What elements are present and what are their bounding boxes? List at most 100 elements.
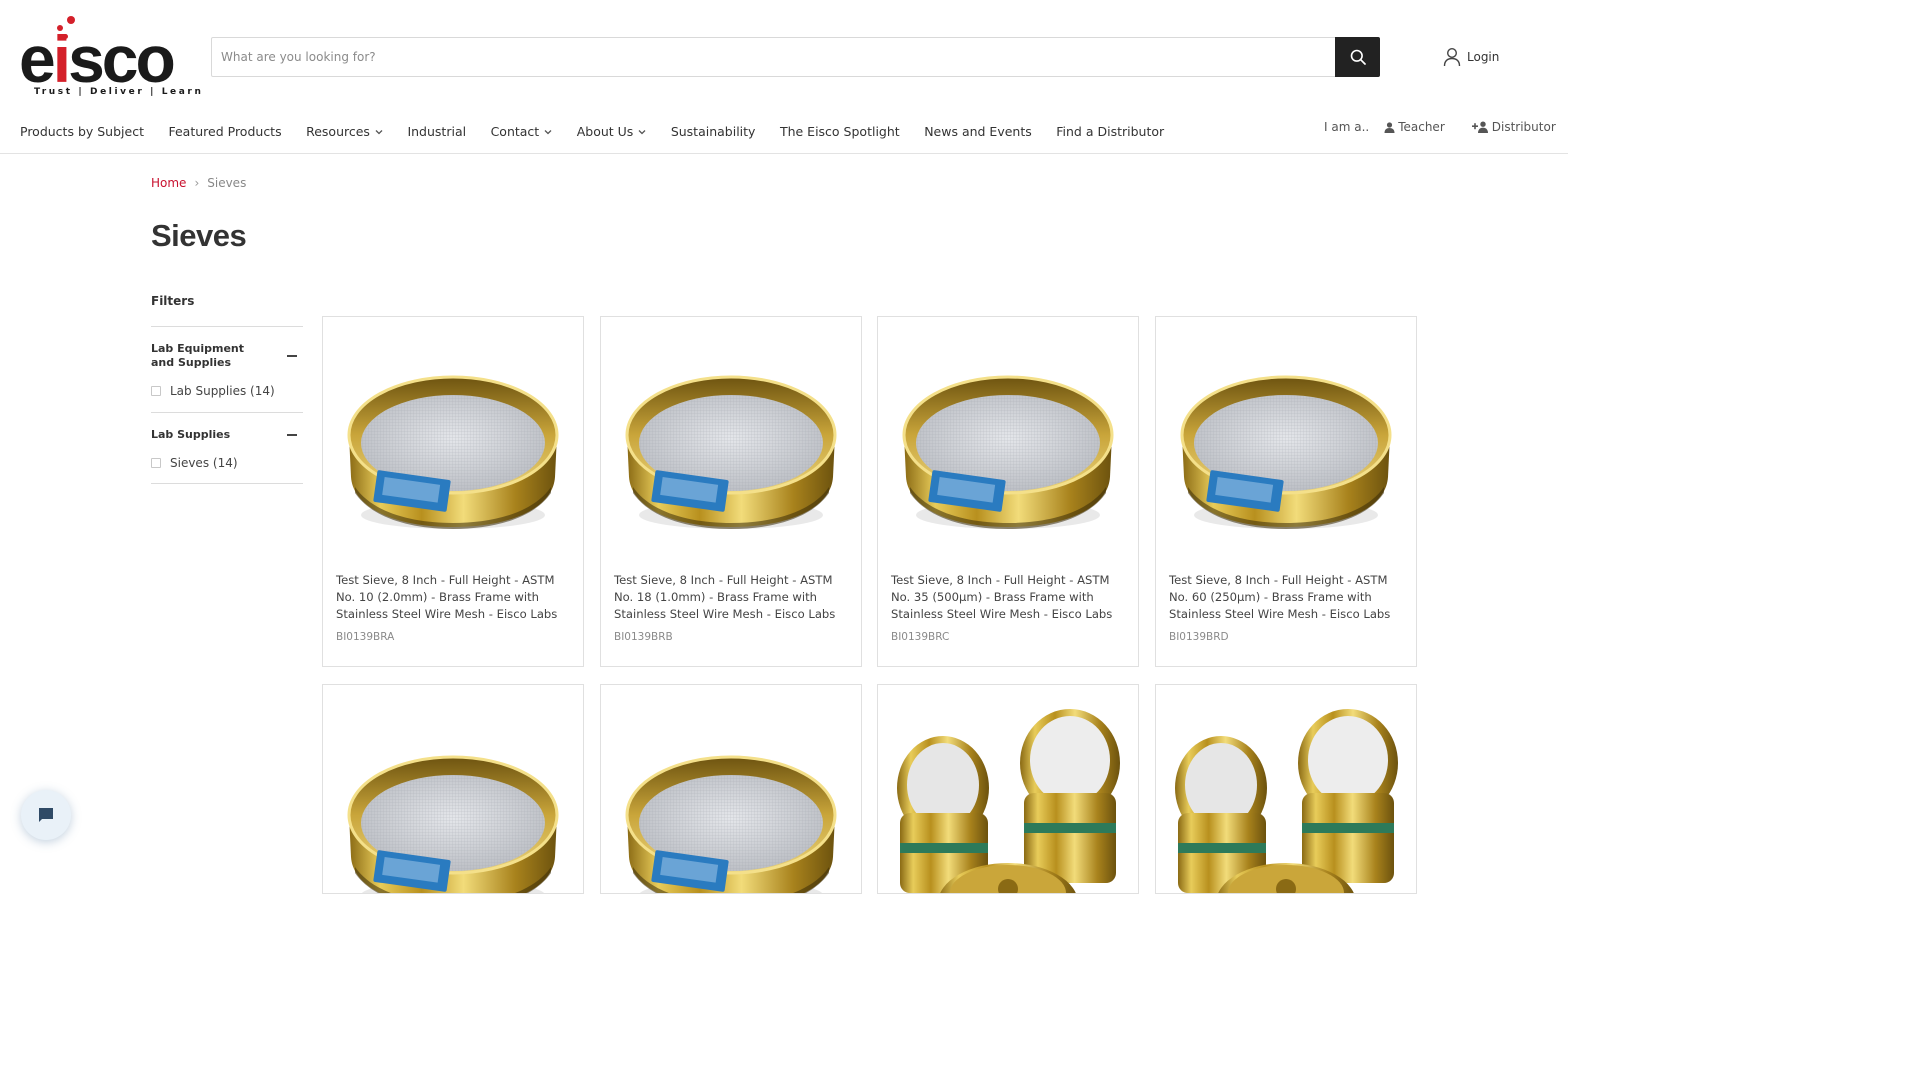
logo-tagline: Trust | Deliver | Learn — [34, 87, 204, 97]
logo-wordmark: eisco — [19, 22, 176, 96]
filter-option-lab-supplies[interactable]: Lab Supplies (14) — [151, 384, 303, 398]
product-title[interactable]: Test Sieve, 8 Inch - Full Height - ASTM … — [891, 572, 1127, 623]
product-image[interactable] — [1156, 317, 1416, 567]
product-image[interactable] — [601, 317, 861, 567]
nav-featured-products[interactable]: Featured Products — [168, 124, 281, 139]
eisco-logo[interactable]: eisco Trust | Deliver | Learn — [19, 14, 201, 100]
product-title[interactable]: Test Sieve, 8 Inch - Full Height - ASTM … — [336, 572, 572, 623]
search-icon — [1350, 49, 1366, 65]
audience-label: I am a.. — [1324, 120, 1370, 134]
product-sku: BI0139BRA — [336, 631, 395, 643]
search-input[interactable] — [212, 38, 1334, 76]
filter-option-label: Lab Supplies (14) — [170, 384, 275, 398]
nav-about-us[interactable]: About Us — [577, 124, 647, 139]
product-card[interactable] — [600, 684, 862, 894]
nav-label: Industrial — [407, 123, 467, 139]
product-image[interactable] — [878, 317, 1138, 567]
product-image[interactable] — [323, 317, 583, 567]
filter-group-header[interactable]: Lab Equipment and Supplies — [151, 327, 303, 370]
chat-bubble-icon — [39, 808, 53, 822]
logo-dot — [63, 34, 68, 39]
product-card[interactable]: Test Sieve, 8 Inch - Full Height - ASTM … — [600, 316, 862, 667]
breadcrumb: Home › Sieves — [151, 176, 246, 190]
logo-dot — [67, 16, 75, 24]
filter-group-lab-equipment: Lab Equipment and Supplies Lab Supplies … — [151, 326, 303, 398]
nav-label: Featured Products — [168, 123, 282, 139]
sieve-set-image — [897, 709, 1120, 893]
product-title[interactable]: Test Sieve, 8 Inch - Full Height - ASTM … — [1169, 572, 1405, 623]
brass-sieve-image — [902, 375, 1114, 529]
breadcrumb-separator-icon: › — [194, 176, 200, 190]
product-image[interactable] — [323, 697, 583, 893]
product-card[interactable] — [877, 684, 1139, 894]
logo-dot — [57, 25, 63, 31]
brass-sieve-image — [347, 755, 559, 893]
nav-resources[interactable]: Resources — [306, 124, 383, 139]
user-plus-icon — [1471, 121, 1488, 133]
user-icon — [1384, 121, 1395, 133]
filter-group-title: Lab Equipment and Supplies — [151, 342, 245, 369]
teacher-label: Teacher — [1398, 120, 1445, 134]
filter-divider — [151, 483, 303, 484]
nav-label: Contact — [490, 123, 540, 139]
chevron-down-icon — [638, 130, 646, 135]
nav-sustainability[interactable]: Sustainability — [671, 124, 756, 139]
filter-group-title: Lab Supplies — [151, 428, 231, 441]
brass-sieve-image — [625, 375, 837, 529]
filter-checkbox[interactable] — [151, 458, 161, 468]
distributor-link[interactable]: Distributor — [1471, 120, 1556, 134]
product-image[interactable] — [1156, 693, 1416, 893]
brass-sieve-image — [1180, 375, 1392, 529]
search-button[interactable] — [1335, 37, 1380, 77]
nav-label: Resources — [306, 123, 370, 139]
collapse-icon[interactable] — [287, 434, 297, 436]
chat-launcher[interactable] — [21, 790, 71, 840]
teacher-link[interactable]: Teacher — [1384, 120, 1445, 134]
nav-label: Sustainability — [670, 123, 756, 139]
nav-contact[interactable]: Contact — [491, 124, 553, 139]
distributor-label: Distributor — [1491, 120, 1556, 134]
chevron-down-icon — [375, 130, 383, 135]
product-card[interactable] — [322, 684, 584, 894]
product-image[interactable] — [878, 693, 1138, 893]
audience-selector: I am a.. Teacher Distributor — [1324, 120, 1556, 134]
product-card[interactable]: Test Sieve, 8 Inch - Full Height - ASTM … — [322, 316, 584, 667]
product-card[interactable] — [1155, 684, 1417, 894]
product-card[interactable]: Test Sieve, 8 Inch - Full Height - ASTM … — [877, 316, 1139, 667]
login-label: Login — [1467, 50, 1500, 64]
sieve-set-image — [1175, 709, 1398, 893]
login-link[interactable]: Login — [1443, 46, 1499, 68]
chevron-down-icon — [544, 130, 552, 135]
nav-industrial[interactable]: Industrial — [407, 124, 466, 139]
nav-find-a-distributor[interactable]: Find a Distributor — [1056, 124, 1164, 139]
nav-label: About Us — [576, 123, 634, 139]
product-card[interactable]: Test Sieve, 8 Inch - Full Height - ASTM … — [1155, 316, 1417, 667]
page-title: Sieves — [151, 218, 247, 253]
nav-label: Products by Subject — [20, 123, 144, 139]
breadcrumb-home[interactable]: Home — [151, 176, 186, 190]
filter-option-label: Sieves (14) — [170, 456, 238, 470]
filter-group-lab-supplies: Lab Supplies Sieves (14) — [151, 412, 303, 470]
collapse-icon[interactable] — [287, 355, 297, 357]
product-sku: BI0139BRC — [891, 631, 950, 643]
filter-group-header[interactable]: Lab Supplies — [151, 413, 303, 442]
user-icon — [1443, 47, 1461, 67]
nav-label: Find a Distributor — [1056, 123, 1165, 139]
product-sku: BI0139BRD — [1169, 631, 1229, 643]
nav-label: News and Events — [924, 123, 1032, 139]
nav-label: The Eisco Spotlight — [779, 123, 900, 139]
filter-checkbox[interactable] — [151, 386, 161, 396]
filters-title: Filters — [151, 294, 195, 308]
breadcrumb-current: Sieves — [207, 176, 247, 190]
product-title[interactable]: Test Sieve, 8 Inch - Full Height - ASTM … — [614, 572, 850, 623]
product-image[interactable] — [601, 697, 861, 893]
brass-sieve-image — [625, 755, 837, 893]
site-header: eisco Trust | Deliver | Learn Login Prod… — [0, 0, 1568, 154]
main-nav: Products by Subject Featured Products Re… — [20, 120, 1189, 142]
search-bar — [211, 37, 1380, 77]
nav-news-and-events[interactable]: News and Events — [924, 124, 1032, 139]
nav-eisco-spotlight[interactable]: The Eisco Spotlight — [780, 124, 900, 139]
brass-sieve-image — [347, 375, 559, 529]
filter-option-sieves[interactable]: Sieves (14) — [151, 456, 303, 470]
nav-products-by-subject[interactable]: Products by Subject — [20, 124, 144, 139]
